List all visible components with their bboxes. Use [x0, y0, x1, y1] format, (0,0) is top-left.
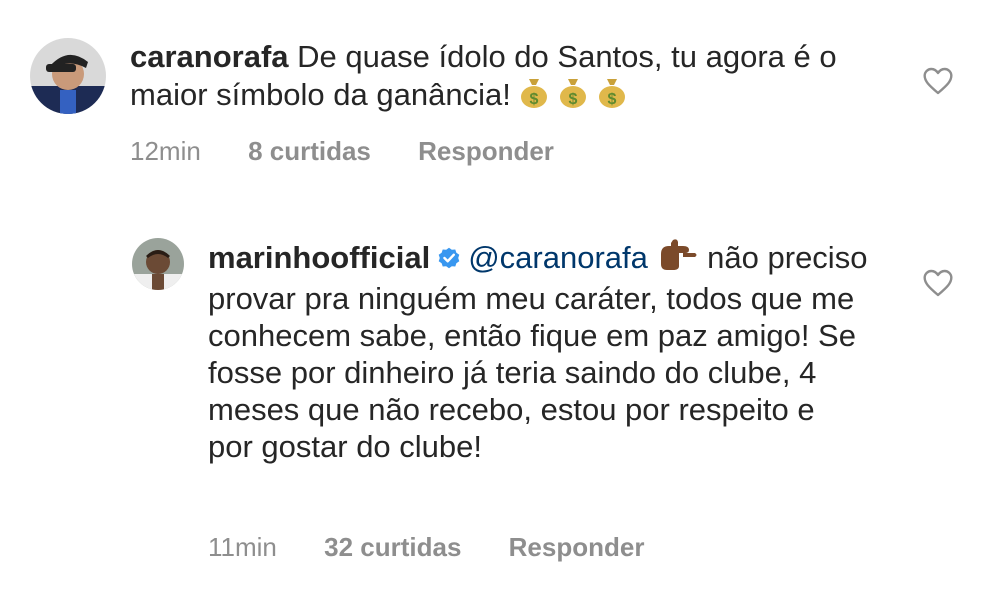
likes-count[interactable]: 8 curtidas — [248, 136, 371, 166]
comment-1: caranorafa De quase ídolo do Santos, tu … — [0, 0, 1008, 200]
thumb-pointing-hand-icon — [657, 238, 699, 280]
svg-text:$: $ — [607, 91, 616, 108]
likes-count[interactable]: 32 curtidas — [324, 532, 461, 562]
money-bag-icon: $ — [597, 75, 627, 117]
reply-button[interactable]: Responder — [418, 136, 554, 166]
comment-meta: 11min 32 curtidas Responder — [208, 532, 684, 563]
avatar-image — [30, 38, 106, 114]
comment-body-start: não — [707, 240, 759, 275]
money-bag-icon: $ — [558, 75, 588, 117]
comment-meta: 12min 8 curtidas Responder — [130, 136, 594, 167]
like-button[interactable] — [922, 66, 954, 101]
svg-text:$: $ — [530, 91, 539, 108]
comment-text: marinhoofficial @caranorafa não preciso … — [208, 238, 868, 465]
heart-icon — [923, 269, 953, 297]
reply-button[interactable]: Responder — [509, 532, 645, 562]
mention-link[interactable]: @caranorafa — [468, 240, 648, 275]
like-button[interactable] — [922, 268, 954, 303]
avatar[interactable] — [132, 238, 184, 290]
avatar-image — [132, 238, 184, 290]
money-bag-icon: $ — [519, 75, 549, 117]
avatar[interactable] — [30, 38, 106, 114]
comment-time: 11min — [208, 532, 277, 562]
verified-badge-icon — [436, 242, 462, 279]
svg-text:$: $ — [569, 91, 578, 108]
comment-text: caranorafa De quase ídolo do Santos, tu … — [130, 38, 900, 117]
comment-2: marinhoofficial @caranorafa não preciso … — [0, 200, 1008, 596]
heart-icon — [923, 67, 953, 95]
comment-username[interactable]: marinhoofficial — [208, 240, 430, 275]
comment-username[interactable]: caranorafa — [130, 39, 289, 74]
comment-time: 12min — [130, 136, 201, 166]
